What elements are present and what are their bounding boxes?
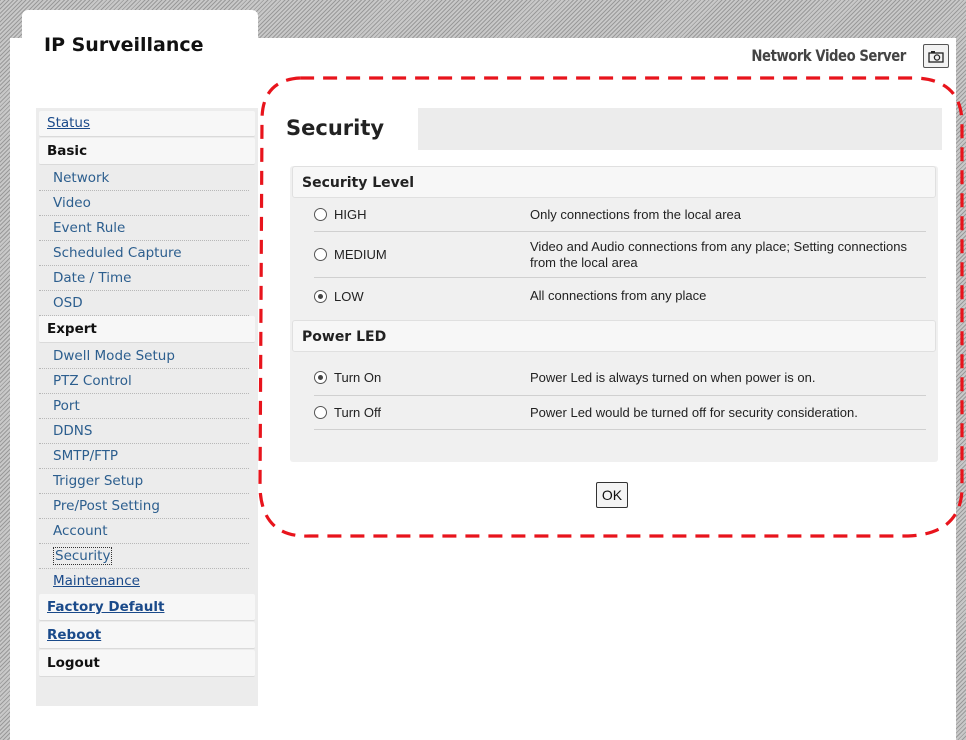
sidebar-item-security[interactable]: Security <box>39 544 249 569</box>
sidebar-item-security-label: Security <box>53 547 113 565</box>
option-label: HIGH <box>334 207 367 222</box>
sidebar-section-expert: Expert <box>39 316 255 343</box>
sidebar-item-port[interactable]: Port <box>39 394 249 419</box>
option-description: All connections from any place <box>530 288 707 303</box>
option-description: Power Led would be turned off for securi… <box>530 404 858 420</box>
sidebar-item-date-time[interactable]: Date / Time <box>39 266 249 291</box>
security-option-low[interactable]: LOW All connections from any place <box>314 278 926 314</box>
option-description: Power Led is always turned on when power… <box>530 369 816 385</box>
option-label: Turn On <box>334 370 382 385</box>
sidebar-item-smtp-ftp[interactable]: SMTP/FTP <box>39 444 249 469</box>
option-description: Only connections from the local area <box>530 206 741 222</box>
product-name: Network Video Server <box>751 46 907 65</box>
brand-title: IP Surveillance <box>44 34 204 56</box>
sidebar-item-pre-post-setting[interactable]: Pre/Post Setting <box>39 494 249 519</box>
snapshot-button[interactable] <box>923 44 949 68</box>
sidebar-item-network[interactable]: Network <box>39 166 249 191</box>
power-option-turn-off[interactable]: Turn Off Power Led would be turned off f… <box>314 396 926 430</box>
radio-medium[interactable] <box>314 248 327 261</box>
security-option-medium[interactable]: MEDIUM Video and Audio connections from … <box>314 232 926 278</box>
security-option-high[interactable]: HIGH Only connections from the local are… <box>314 198 926 232</box>
sidebar: Status Basic Network Video Event Rule Sc… <box>36 108 258 706</box>
sidebar-item-video[interactable]: Video <box>39 191 249 216</box>
sidebar-item-dwell-mode-setup[interactable]: Dwell Mode Setup <box>39 344 249 369</box>
sidebar-item-osd[interactable]: OSD <box>39 291 249 316</box>
sidebar-item-logout[interactable]: Logout <box>39 650 255 677</box>
radio-high[interactable] <box>314 208 327 221</box>
sidebar-item-event-rule[interactable]: Event Rule <box>39 216 249 241</box>
sidebar-section-basic: Basic <box>39 138 255 165</box>
sidebar-item-ptz-control[interactable]: PTZ Control <box>39 369 249 394</box>
power-led-header: Power LED <box>292 320 936 352</box>
option-description: Video and Audio connections from any pla… <box>530 238 908 270</box>
security-level-header: Security Level <box>292 166 936 198</box>
radio-turn-off[interactable] <box>314 406 327 419</box>
page-title: Security <box>270 108 418 150</box>
radio-turn-on[interactable] <box>314 371 327 384</box>
sidebar-item-factory-default[interactable]: Factory Default <box>39 594 255 621</box>
option-label: MEDIUM <box>334 247 387 262</box>
radio-low[interactable] <box>314 289 327 303</box>
sidebar-item-maintenance[interactable]: Maintenance <box>39 569 249 594</box>
sidebar-item-scheduled-capture[interactable]: Scheduled Capture <box>39 241 249 266</box>
sidebar-item-trigger-setup[interactable]: Trigger Setup <box>39 469 249 494</box>
sidebar-item-ddns[interactable]: DDNS <box>39 419 249 444</box>
power-option-turn-on[interactable]: Turn On Power Led is always turned on wh… <box>314 360 926 396</box>
sidebar-item-status[interactable]: Status <box>47 111 247 135</box>
ok-button[interactable]: OK <box>596 482 628 508</box>
sidebar-item-account[interactable]: Account <box>39 519 249 544</box>
camera-icon <box>928 50 944 63</box>
option-label: Turn Off <box>334 405 381 420</box>
option-label: LOW <box>334 288 364 304</box>
main-tab-bar: Security <box>270 108 942 150</box>
settings-panel: Security Level HIGH Only connections fro… <box>290 166 938 462</box>
sidebar-item-reboot[interactable]: Reboot <box>39 622 255 649</box>
